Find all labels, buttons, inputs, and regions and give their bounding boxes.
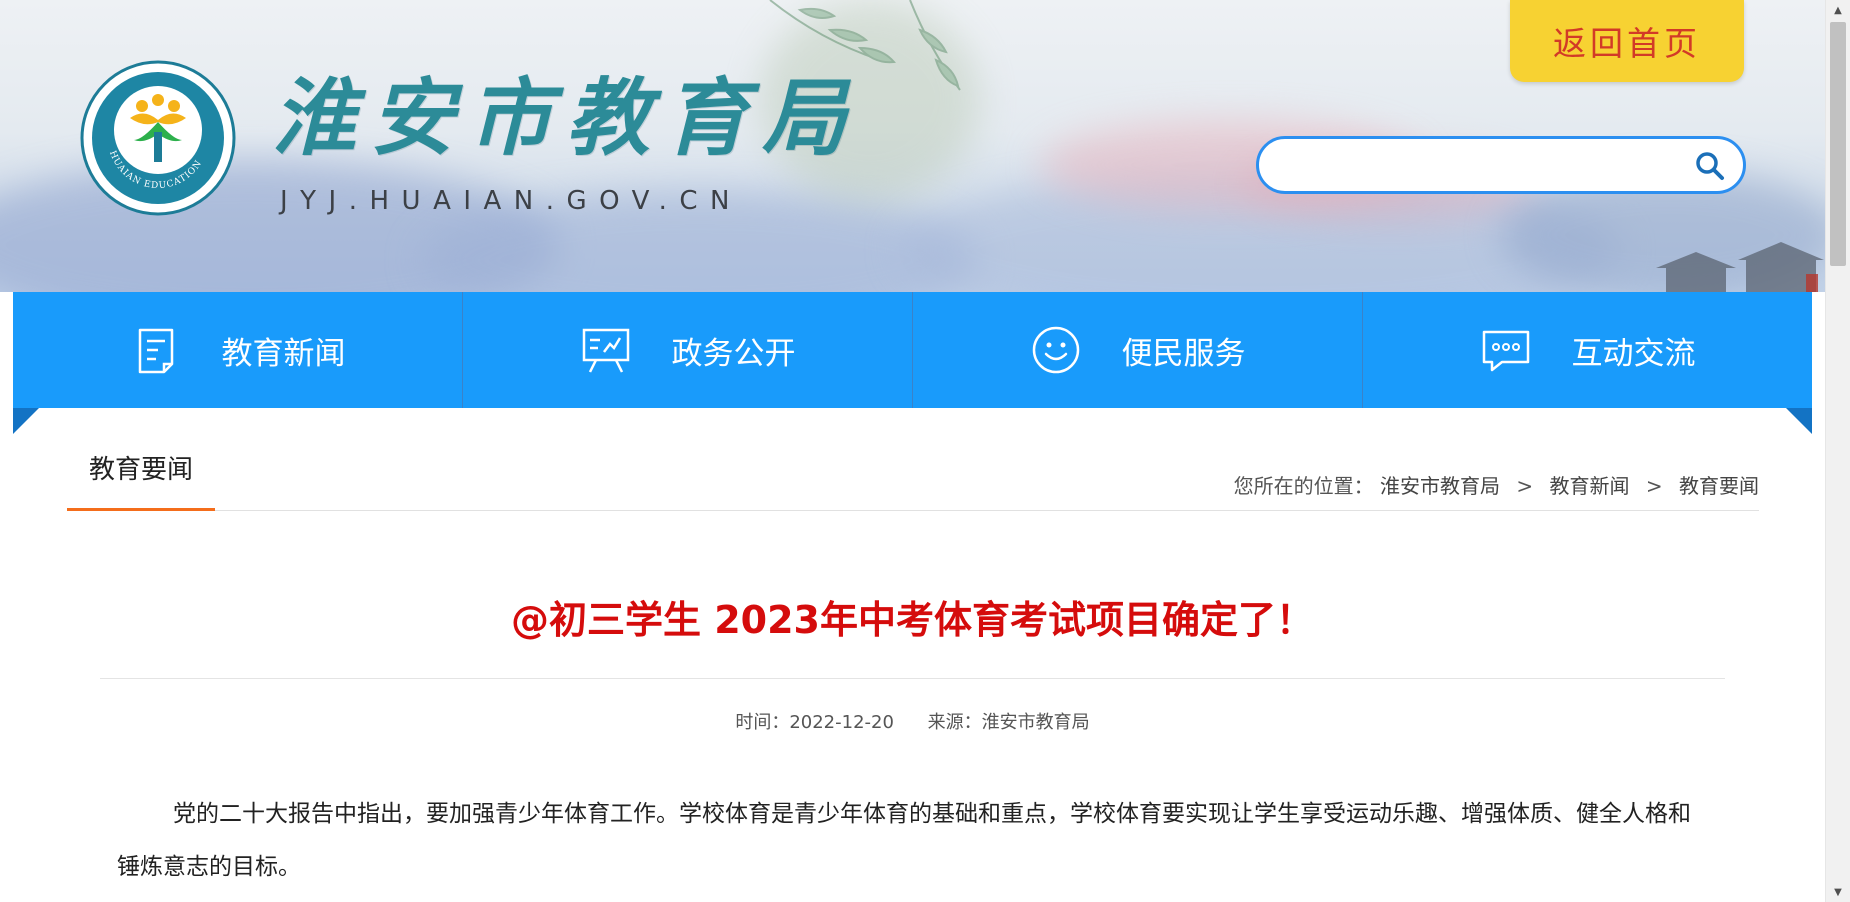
article-date: 时间：2022-12-20 <box>735 712 894 733</box>
breadcrumb-prefix: 您所在的位置： <box>1233 474 1374 498</box>
smiley-icon <box>1032 326 1079 374</box>
nav-item-education-news[interactable]: 教育新闻 <box>13 292 463 408</box>
article-meta: 时间：2022-12-20 来源：淮安市教育局 <box>100 708 1725 734</box>
section-header: 教育要闻 您所在的位置： 淮安市教育局 > 教育新闻 > 教育要闻 <box>67 444 1759 511</box>
breadcrumb-separator: > <box>1516 474 1534 498</box>
main-nav: 教育新闻 政务公开 便民服务 互动交流 <box>13 292 1812 408</box>
breadcrumb: 您所在的位置： 淮安市教育局 > 教育新闻 > 教育要闻 <box>1234 470 1759 499</box>
search-box <box>1256 136 1746 194</box>
scroll-thumb[interactable] <box>1830 22 1846 266</box>
title-divider <box>100 678 1725 679</box>
article-source: 来源：淮安市教育局 <box>927 712 1090 733</box>
nav-item-interaction[interactable]: 互动交流 <box>1363 292 1812 408</box>
pavilion-decoration <box>1656 242 1824 292</box>
home-button[interactable]: 返回首页 <box>1510 0 1744 82</box>
page-scrollbar[interactable]: ▲ ▼ <box>1825 0 1850 902</box>
nav-fold-right <box>1786 408 1812 434</box>
breadcrumb-separator: > <box>1645 474 1663 498</box>
search-icon[interactable] <box>1693 149 1727 183</box>
nav-label: 教育新闻 <box>221 335 346 372</box>
site-title: 淮安市教育局 <box>272 68 861 167</box>
breadcrumb-link-home[interactable]: 淮安市教育局 <box>1380 474 1500 498</box>
nav-label: 政务公开 <box>671 335 796 372</box>
nav-item-government-affairs[interactable]: 政务公开 <box>463 292 913 408</box>
scroll-up-arrow-icon[interactable]: ▲ <box>1826 0 1850 20</box>
document-icon <box>138 328 173 374</box>
section-title: 教育要闻 <box>67 444 216 511</box>
chat-bubble-icon <box>1482 330 1529 372</box>
breadcrumb-link-news[interactable]: 教育新闻 <box>1550 474 1630 498</box>
scroll-down-arrow-icon[interactable]: ▼ <box>1826 882 1850 902</box>
presentation-icon <box>582 328 629 373</box>
nav-item-public-services[interactable]: 便民服务 <box>913 292 1363 408</box>
header-banner: HUAIAN EDUCATION 淮安市教育局 JYJ.HUAIAN.GOV.C… <box>0 0 1826 292</box>
site-domain: JYJ.HUAIAN.GOV.CN <box>280 186 742 216</box>
breadcrumb-link-current[interactable]: 教育要闻 <box>1679 474 1759 498</box>
article-paragraph: 党的二十大报告中指出，要加强青少年体育工作。学校体育是青少年体育的基础和重点，学… <box>117 801 1691 880</box>
nav-label: 便民服务 <box>1121 335 1246 372</box>
nav-label: 互动交流 <box>1571 335 1696 372</box>
nav-fold-left <box>13 408 39 434</box>
search-input[interactable] <box>1279 145 1673 187</box>
article-title: @初三学生 2023年中考体育考试项目确定了！ <box>511 598 1314 642</box>
education-logo: HUAIAN EDUCATION <box>80 60 236 216</box>
